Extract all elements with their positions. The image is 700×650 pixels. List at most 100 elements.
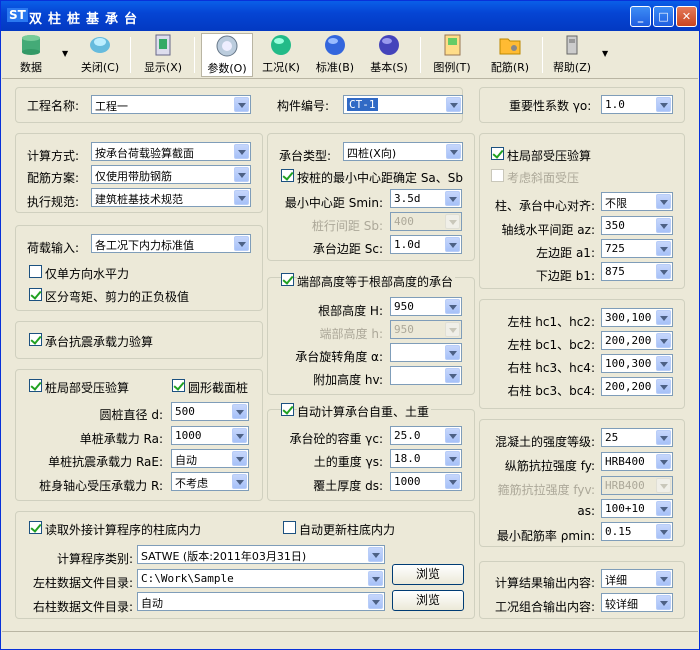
chevron-down-icon	[656, 97, 671, 112]
maximize-button[interactable]: □	[653, 6, 674, 27]
equal-height-checkbox[interactable]	[281, 273, 294, 286]
data-dropdown-icon[interactable]: ▼	[62, 49, 68, 58]
chevron-down-icon	[368, 594, 383, 609]
pmin-label: 最小配筋率 ρmin:	[496, 529, 595, 543]
seismic-checkbox[interactable]	[29, 333, 42, 346]
end-height-label: 端部高度 h:	[319, 327, 383, 341]
chevron-down-icon	[656, 478, 671, 493]
left-col-dir-label: 左柱数据文件目录:	[32, 576, 133, 590]
help-icon	[566, 35, 578, 55]
smin-select[interactable]: 3.5d	[390, 189, 462, 208]
tool-basic-button[interactable]: 基本(S)	[365, 33, 413, 77]
chevron-down-icon	[232, 428, 247, 443]
combo-output-select[interactable]: 较详细	[601, 593, 673, 612]
window-title: 双柱桩基承台	[29, 12, 144, 27]
chevron-down-icon	[234, 190, 249, 205]
read-external-checkbox[interactable]	[29, 521, 42, 534]
browse-left-button[interactable]: 浏览	[392, 564, 464, 585]
rebar-scheme-select[interactable]: 仅使用带肋钢筋	[91, 165, 251, 184]
smin-label: 最小中心距 Smin:	[284, 196, 383, 210]
pmin-select[interactable]: 0.15	[601, 522, 673, 541]
ys-select[interactable]: 18.0	[390, 449, 462, 468]
fyv-select: HRB400	[601, 476, 673, 495]
hc12-label: 左柱 hc1、hc2:	[507, 315, 595, 329]
left-col-dir-select[interactable]: C:\Work\Sample	[137, 569, 385, 588]
minimize-button[interactable]: _	[630, 6, 651, 27]
sb-select: 400	[390, 212, 462, 231]
calc-method-select[interactable]: 按承台荷载验算截面	[91, 142, 251, 161]
cap-type-select[interactable]: 四桩(X向)	[343, 142, 463, 161]
pile-ra-select[interactable]: 1000	[171, 426, 249, 445]
pile-r-select[interactable]: 不考虑	[171, 472, 249, 491]
root-height-select[interactable]: 950	[390, 297, 462, 316]
chevron-down-icon	[446, 144, 461, 159]
sb-label: 桩行间距 Sb:	[311, 219, 383, 233]
az-select[interactable]: 350	[601, 216, 673, 235]
sc-select[interactable]: 1.0d	[390, 235, 462, 254]
tool-condition-button[interactable]: 工况(K)	[257, 33, 305, 77]
program-type-select[interactable]: SATWE (版本:2011年03月31日)	[137, 545, 385, 564]
help-dropdown-icon[interactable]: ▼	[602, 49, 608, 58]
align-select[interactable]: 不限	[601, 192, 673, 211]
params-icon	[216, 35, 238, 57]
concrete-grade-select[interactable]: 25	[601, 428, 673, 447]
project-name-label: 工程名称:	[27, 99, 80, 113]
a1-select[interactable]: 725	[601, 239, 673, 258]
component-id-select[interactable]: CT-1	[343, 95, 463, 114]
browse-right-button[interactable]: 浏览	[392, 590, 464, 611]
tool-params-button[interactable]: 参数(O)	[201, 33, 253, 77]
chevron-down-icon	[656, 310, 671, 325]
ds-label: 覆土厚度 ds:	[313, 479, 383, 493]
chevron-down-icon	[234, 144, 249, 159]
importance-select[interactable]: 1.0	[601, 95, 673, 114]
close-window-button[interactable]: ✕	[676, 6, 697, 27]
tool-standard-button[interactable]: 标准(B)	[311, 33, 359, 77]
chevron-down-icon	[656, 430, 671, 445]
hc12-select[interactable]: 300,100	[601, 308, 673, 327]
project-name-select[interactable]: 工程一	[91, 95, 251, 114]
pile-local-checkbox[interactable]	[29, 379, 42, 392]
auto-weight-label: 自动计算承台自重、土重	[297, 403, 432, 420]
tool-help-button[interactable]: 帮助(Z)	[548, 33, 596, 77]
distinguish-checkbox[interactable]	[29, 288, 42, 301]
az-label: 轴线水平间距 az:	[501, 223, 595, 237]
hc34-select[interactable]: 100,300	[601, 354, 673, 373]
root-height-label: 根部高度 H:	[318, 304, 383, 318]
tool-drawing-button[interactable]: 图例(T)	[426, 33, 478, 77]
b1-select[interactable]: 875	[601, 262, 673, 281]
yc-select[interactable]: 25.0	[390, 426, 462, 445]
auto-weight-checkbox[interactable]	[281, 403, 294, 416]
chevron-down-icon	[445, 474, 460, 489]
rotation-angle-select[interactable]	[390, 343, 462, 362]
fy-label: 纵筋抗拉强度 fy:	[504, 459, 595, 473]
fy-select[interactable]: HRB400	[601, 452, 673, 471]
min-spacing-checkbox[interactable]	[281, 169, 294, 182]
pile-rae-select[interactable]: 自动	[171, 449, 249, 468]
load-input-select[interactable]: 各工况下内力标准值	[91, 234, 251, 253]
as-select[interactable]: 100+10	[601, 499, 673, 518]
bc12-select[interactable]: 200,200	[601, 331, 673, 350]
result-output-label: 计算结果输出内容:	[494, 576, 595, 590]
ds-select[interactable]: 1000	[390, 472, 462, 491]
code-select[interactable]: 建筑桩基技术规范	[91, 188, 251, 207]
sc-label: 承台边距 Sc:	[312, 242, 383, 256]
pile-diameter-select[interactable]: 500	[171, 402, 249, 421]
tool-rebar-button[interactable]: 配筋(R)	[484, 33, 536, 77]
column-local-checkbox[interactable]	[491, 147, 504, 160]
single-dir-checkbox[interactable]	[29, 265, 42, 278]
circle-pile-label: 圆形截面桩	[188, 381, 249, 395]
chevron-down-icon	[656, 333, 671, 348]
pile-ra-label: 单桩承载力 Ra:	[79, 432, 163, 446]
tool-data-button[interactable]: 数据	[8, 33, 54, 77]
circle-pile-checkbox[interactable]	[172, 379, 185, 392]
chevron-down-icon	[232, 404, 247, 419]
right-col-dir-select[interactable]: 自动	[137, 592, 385, 611]
tool-show-button[interactable]: 显示(X)	[138, 33, 188, 77]
yc-label: 承台砼的容重 γc:	[289, 432, 383, 446]
extra-height-select[interactable]	[390, 366, 462, 385]
tool-close-button[interactable]: 关闭(C)	[76, 33, 124, 77]
result-output-select[interactable]: 详细	[601, 569, 673, 588]
bc34-select[interactable]: 200,200	[601, 377, 673, 396]
auto-update-checkbox[interactable]	[283, 521, 296, 534]
calc-method-label: 计算方式:	[27, 149, 80, 163]
